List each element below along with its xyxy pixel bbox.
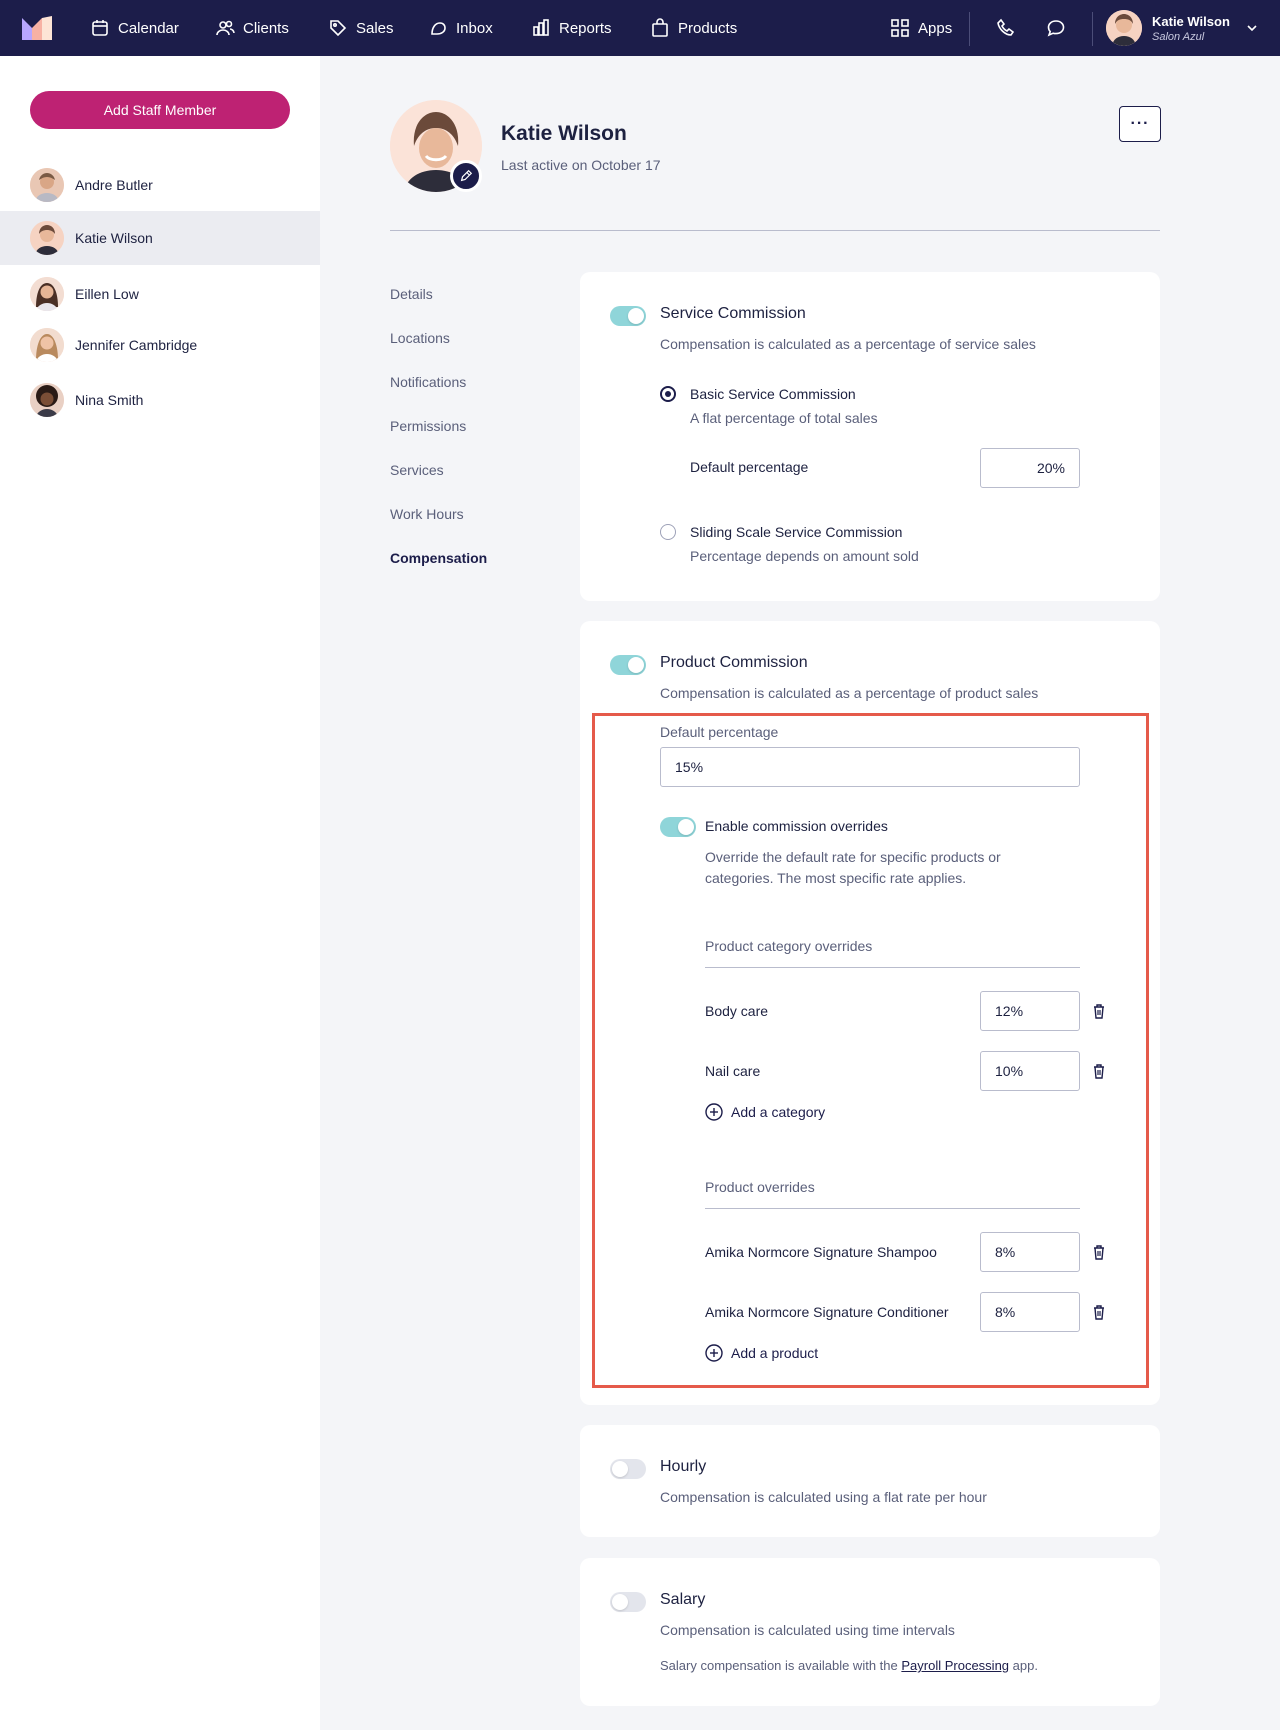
service-default-percentage-input[interactable]: 20%: [980, 448, 1080, 488]
service-commission-desc: Compensation is calculated as a percenta…: [660, 336, 1036, 352]
user-location: Salon Azul: [1152, 30, 1205, 43]
hourly-toggle[interactable]: [610, 1459, 646, 1479]
top-navigation: Calendar Clients Sales Inbox Reports Pro…: [0, 0, 1280, 56]
apps-grid-icon: [891, 19, 909, 37]
nav-clients-label: Clients: [243, 19, 289, 37]
nav-reports[interactable]: Reports: [531, 0, 612, 56]
service-default-percentage-label: Default percentage: [690, 459, 809, 475]
tag-icon: [330, 20, 347, 37]
chat-button[interactable]: [1046, 0, 1066, 56]
reports-icon: [533, 19, 549, 36]
staff-name: Jennifer Cambridge: [75, 337, 198, 353]
section-nav-notifications[interactable]: Notifications: [390, 374, 466, 390]
user-name: Katie Wilson: [1152, 13, 1230, 29]
nav-calendar-label: Calendar: [118, 19, 179, 37]
staff-sidebar: Add Staff Member Andre Butler Katie Wils…: [0, 56, 320, 1730]
nav-apps[interactable]: Apps: [890, 0, 952, 56]
section-nav-work-hours[interactable]: Work Hours: [390, 506, 464, 522]
nav-products-label: Products: [678, 19, 738, 37]
salary-note: Salary compensation is available with th…: [660, 1658, 1038, 1673]
avatar: [30, 328, 64, 362]
sliding-scale-commission-label: Sliding Scale Service Commission: [690, 524, 903, 540]
staff-name: Andre Butler: [75, 177, 153, 193]
nav-reports-label: Reports: [559, 19, 612, 37]
hourly-desc: Compensation is calculated using a flat …: [660, 1489, 987, 1505]
chevron-down-icon: [1247, 25, 1257, 32]
product-commission-toggle[interactable]: [610, 655, 646, 675]
product-commission-title: Product Commission: [660, 654, 808, 671]
bag-icon: [652, 18, 668, 37]
staff-item[interactable]: Andre Butler: [0, 158, 320, 212]
salary-desc: Compensation is calculated using time in…: [660, 1622, 955, 1638]
staff-item[interactable]: Katie Wilson: [0, 211, 320, 265]
add-staff-member-button[interactable]: Add Staff Member: [30, 91, 290, 129]
section-nav-services[interactable]: Services: [390, 462, 444, 478]
more-options-button[interactable]: ···: [1119, 106, 1161, 142]
staff-name: Katie Wilson: [75, 230, 153, 246]
nav-inbox-label: Inbox: [456, 19, 493, 37]
nav-divider: [969, 12, 970, 46]
salary-title: Salary: [660, 1591, 706, 1608]
clients-icon: [216, 20, 235, 36]
nav-divider: [1092, 12, 1093, 46]
avatar: [30, 383, 64, 417]
edit-photo-button[interactable]: [450, 160, 482, 192]
nav-inbox[interactable]: Inbox: [428, 0, 493, 56]
basic-service-commission-desc: A flat percentage of total sales: [690, 410, 878, 426]
salary-toggle[interactable]: [610, 1592, 646, 1612]
highlight-box: [592, 713, 1149, 1388]
basic-service-commission-radio[interactable]: [660, 386, 676, 402]
basic-service-commission-label: Basic Service Commission: [690, 386, 856, 402]
pencil-icon: [460, 169, 473, 182]
phone-button[interactable]: [996, 0, 1016, 56]
staff-item[interactable]: Nina Smith: [0, 373, 320, 427]
hourly-title: Hourly: [660, 1458, 707, 1475]
service-commission-card: Service Commission Compensation is calcu…: [580, 272, 1160, 601]
staff-name: Eillen Low: [75, 286, 139, 302]
service-commission-title: Service Commission: [660, 305, 806, 322]
service-commission-toggle[interactable]: [610, 306, 646, 326]
salary-card: Salary Compensation is calculated using …: [580, 1558, 1160, 1706]
avatar: [30, 221, 64, 255]
profile-name: Katie Wilson: [501, 122, 627, 145]
nav-clients[interactable]: Clients: [215, 0, 289, 56]
product-commission-desc: Compensation is calculated as a percenta…: [660, 685, 1039, 701]
nav-products[interactable]: Products: [650, 0, 737, 56]
nav-sales[interactable]: Sales: [328, 0, 394, 56]
nav-calendar[interactable]: Calendar: [90, 0, 179, 56]
chat-bubble-icon: [1047, 20, 1065, 37]
section-nav-locations[interactable]: Locations: [390, 330, 450, 346]
staff-item[interactable]: Jennifer Cambridge: [0, 318, 320, 372]
sliding-scale-commission-desc: Percentage depends on amount sold: [690, 548, 919, 564]
last-active-text: Last active on October 17: [501, 157, 661, 173]
section-nav-compensation[interactable]: Compensation: [390, 550, 487, 566]
section-nav-permissions[interactable]: Permissions: [390, 418, 466, 434]
section-nav-details[interactable]: Details: [390, 286, 433, 302]
user-menu[interactable]: Katie Wilson Salon Azul: [1106, 10, 1258, 46]
user-avatar: [1106, 10, 1142, 46]
hourly-card: Hourly Compensation is calculated using …: [580, 1425, 1160, 1537]
app-logo-icon[interactable]: [22, 16, 52, 40]
header-divider: [390, 230, 1160, 231]
nav-sales-label: Sales: [356, 19, 394, 37]
salary-note-suffix: app.: [1012, 1658, 1038, 1673]
nav-apps-label: Apps: [918, 19, 953, 37]
payroll-processing-link[interactable]: Payroll Processing: [901, 1658, 1009, 1673]
calendar-icon: [92, 20, 108, 36]
avatar: [30, 277, 64, 311]
sliding-scale-commission-radio[interactable]: [660, 524, 676, 540]
phone-icon: [997, 18, 1015, 36]
inbox-icon: [431, 22, 446, 35]
staff-item[interactable]: Eillen Low: [0, 267, 320, 321]
salary-note-prefix: Salary compensation is available with th…: [660, 1658, 898, 1673]
staff-name: Nina Smith: [75, 392, 144, 408]
avatar: [30, 168, 64, 202]
